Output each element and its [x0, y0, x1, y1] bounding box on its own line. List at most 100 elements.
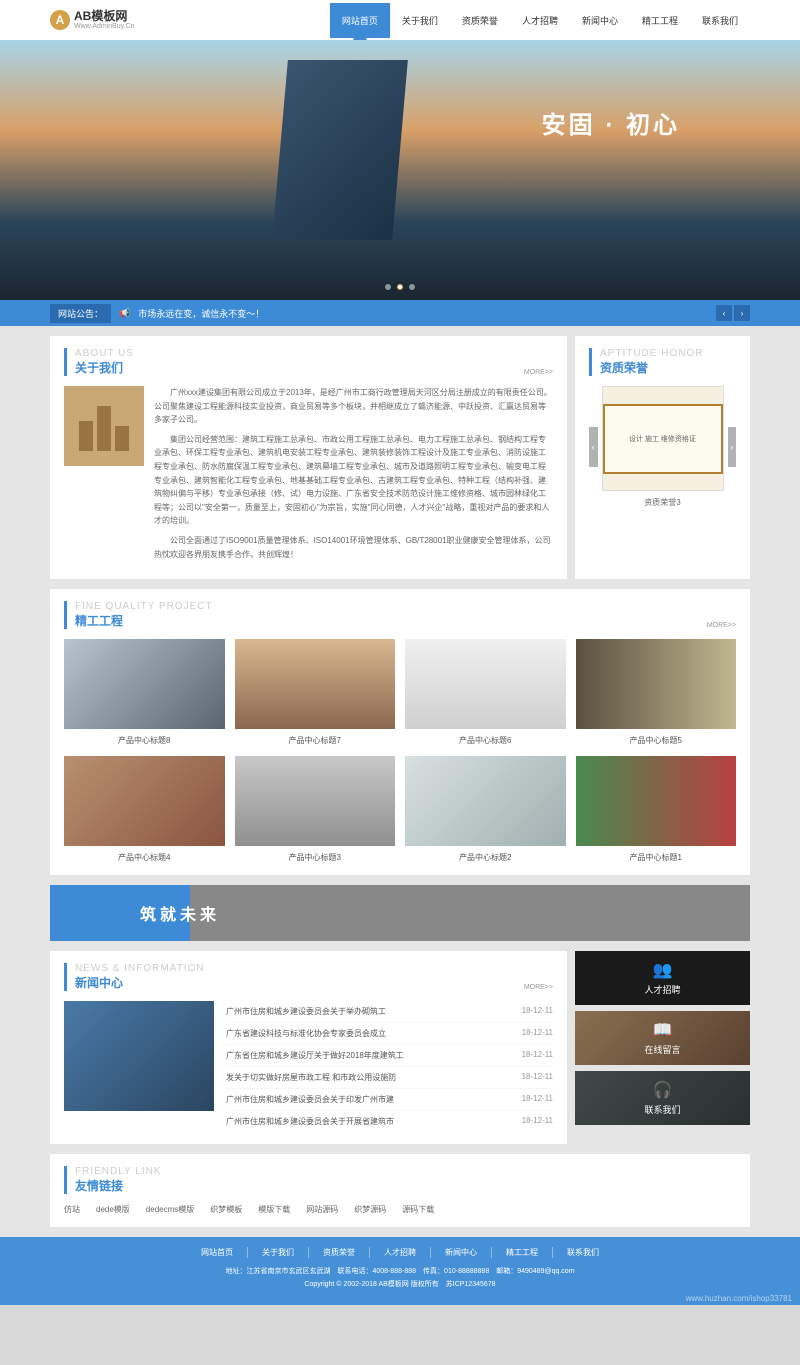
nav-honor[interactable]: 资质荣誉 [450, 3, 510, 38]
project-item[interactable]: 产品中心标题2 [405, 756, 566, 863]
project-image [235, 756, 396, 846]
news-item[interactable]: 广州市住房和城乡建设委员会关于印发广州市建18-12-11 [226, 1089, 553, 1111]
projects-more-link[interactable]: MORE>> [707, 622, 736, 629]
notice-label: 网站公告： [50, 304, 111, 323]
strip-text: 筑就未来 [140, 901, 220, 925]
friendly-link[interactable]: 模版下载 [258, 1204, 290, 1215]
hero-pagination [385, 284, 415, 290]
project-caption: 产品中心标题6 [405, 735, 566, 746]
friendly-link[interactable]: 织梦源码 [354, 1204, 386, 1215]
footer-nav: 网站首页 关于我们 资质荣誉 人才招聘 新闻中心 精工工程 联系我们 [0, 1247, 800, 1258]
honor-title-en: APTITUDE HONOR [600, 348, 703, 359]
project-caption: 产品中心标题8 [64, 735, 225, 746]
about-title-cn: 关于我们 [75, 359, 134, 376]
notice-text[interactable]: 市场永远在变，诚信永不变～！ [138, 307, 264, 320]
nav-news[interactable]: 新闻中心 [570, 3, 630, 38]
logo[interactable]: A AB模板网 Www.AdminBuy.Cn [50, 10, 135, 31]
projects-title-en: FINE QUALITY PROJECT [75, 601, 213, 612]
links-section: FRIENDLY LINK 友情链接 仿站 dede模版 dedecms模版 织… [50, 1154, 750, 1227]
project-caption: 产品中心标题4 [64, 852, 225, 863]
news-item[interactable]: 广州市住房和城乡建设委员会关于举办砌筑工18-12-11 [226, 1001, 553, 1023]
project-caption: 产品中心标题2 [405, 852, 566, 863]
nav-about[interactable]: 关于我们 [390, 3, 450, 38]
news-item[interactable]: 发关于切实做好房屋市政工程 和市政公用设施防18-12-11 [226, 1067, 553, 1089]
sidebar-label: 在线留言 [644, 1043, 680, 1056]
friendly-link[interactable]: dede模版 [96, 1204, 130, 1215]
honor-section: APTITUDE HONOR 资质荣誉 ‹ 设计 施工 维修资格证 资质荣誉3 … [575, 336, 750, 579]
news-item[interactable]: 广东省住房和城乡建设厅关于做好2018年度建筑工18-12-11 [226, 1045, 553, 1067]
news-item[interactable]: 广东省建设科技与标准化协会专家委员会成立18-12-11 [226, 1023, 553, 1045]
about-paragraph: 广州xxx建设集团有限公司成立于2013年，是经广州市工商行政管理局天河区分局注… [154, 386, 553, 427]
logo-title: AB模板网 [74, 10, 135, 23]
footer-nav-item[interactable]: 联系我们 [553, 1247, 613, 1258]
project-caption: 产品中心标题7 [235, 735, 396, 746]
news-date: 18-12-11 [522, 1006, 553, 1017]
project-item[interactable]: 产品中心标题1 [576, 756, 737, 863]
news-list: 广州市住房和城乡建设委员会关于举办砌筑工18-12-11 广东省建设科技与标准化… [226, 1001, 553, 1132]
honor-caption: 资质荣誉3 [602, 497, 724, 508]
news-section: NEWS & INFORMATION 新闻中心 MORE>> 广州市住房和城乡建… [50, 951, 567, 1144]
sidebar: 👥 人才招聘 📖 在线留言 🎧 联系我们 [575, 951, 750, 1144]
footer-nav-item[interactable]: 关于我们 [248, 1247, 309, 1258]
sidebar-message[interactable]: 📖 在线留言 [575, 1011, 750, 1065]
footer-address: 地址：江苏省南京市玄武区玄武湖 联系电话：4008-888-888 传真：010… [0, 1266, 800, 1279]
hero-dot-active[interactable] [397, 284, 403, 290]
project-item[interactable]: 产品中心标题7 [235, 639, 396, 746]
nav-home[interactable]: 网站首页 [330, 3, 390, 38]
project-item[interactable]: 产品中心标题6 [405, 639, 566, 746]
links-title-en: FRIENDLY LINK [75, 1166, 162, 1177]
logo-subtitle: Www.AdminBuy.Cn [74, 23, 135, 31]
nav-recruit[interactable]: 人才招聘 [510, 3, 570, 38]
footer-nav-item[interactable]: 新闻中心 [431, 1247, 492, 1258]
sidebar-contact[interactable]: 🎧 联系我们 [575, 1071, 750, 1125]
project-image [64, 756, 225, 846]
sidebar-label: 联系我们 [644, 1103, 680, 1116]
about-more-link[interactable]: MORE>> [524, 369, 553, 376]
honor-image[interactable]: 设计 施工 维修资格证 [602, 386, 724, 491]
sidebar-recruit[interactable]: 👥 人才招聘 [575, 951, 750, 1005]
nav-contact[interactable]: 联系我们 [690, 3, 750, 38]
sidebar-label: 人才招聘 [644, 983, 680, 996]
footer-nav-item[interactable]: 人才招聘 [370, 1247, 431, 1258]
about-paragraph: 公司全面通过了ISO9001质量管理体系、ISO14001环境管理体系、GB/T… [154, 534, 553, 561]
project-item[interactable]: 产品中心标题5 [576, 639, 737, 746]
header: A AB模板网 Www.AdminBuy.Cn 网站首页 关于我们 资质荣誉 人… [0, 0, 800, 40]
honor-prev-button[interactable]: ‹ [589, 427, 598, 467]
project-item[interactable]: 产品中心标题8 [64, 639, 225, 746]
friendly-link[interactable]: 源码下载 [402, 1204, 434, 1215]
links-title-cn: 友情链接 [75, 1177, 162, 1194]
news-more-link[interactable]: MORE>> [524, 984, 553, 991]
project-caption: 产品中心标题3 [235, 852, 396, 863]
news-item[interactable]: 广州市住房和城乡建设委员会关于开展省建筑市18-12-11 [226, 1111, 553, 1132]
project-image [405, 756, 566, 846]
book-icon: 📖 [653, 1020, 673, 1040]
friendly-link[interactable]: 网站源码 [306, 1204, 338, 1215]
news-image[interactable] [64, 1001, 214, 1111]
notice-bar: 网站公告： 📢 市场永远在变，诚信永不变～！ ‹ › [0, 300, 800, 326]
hero-dot[interactable] [385, 284, 391, 290]
footer-nav-item[interactable]: 精工工程 [492, 1247, 553, 1258]
notice-prev-button[interactable]: ‹ [716, 305, 732, 321]
project-image [576, 639, 737, 729]
friendly-link[interactable]: dedecms模版 [146, 1204, 194, 1215]
nav-project[interactable]: 精工工程 [630, 3, 690, 38]
about-paragraph: 集团公司经营范围：建筑工程施工总承包、市政公用工程施工总承包、电力工程施工总承包… [154, 433, 553, 528]
news-date: 18-12-11 [522, 1050, 553, 1061]
main-nav: 网站首页 关于我们 资质荣誉 人才招聘 新闻中心 精工工程 联系我们 [330, 3, 750, 38]
speaker-icon: 📢 [119, 308, 130, 319]
users-icon: 👥 [653, 960, 673, 980]
notice-next-button[interactable]: › [734, 305, 750, 321]
honor-next-button[interactable]: › [728, 427, 737, 467]
footer: 网站首页 关于我们 资质荣誉 人才招聘 新闻中心 精工工程 联系我们 地址：江苏… [0, 1237, 800, 1305]
news-date: 18-12-11 [522, 1094, 553, 1105]
promo-strip: 筑就未来 [50, 885, 750, 941]
friendly-link[interactable]: 织梦模板 [210, 1204, 242, 1215]
news-date: 18-12-11 [522, 1072, 553, 1083]
footer-nav-item[interactable]: 网站首页 [187, 1247, 248, 1258]
footer-nav-item[interactable]: 资质荣誉 [309, 1247, 370, 1258]
hero-dot[interactable] [409, 284, 415, 290]
project-item[interactable]: 产品中心标题3 [235, 756, 396, 863]
project-image [405, 639, 566, 729]
friendly-link[interactable]: 仿站 [64, 1204, 80, 1215]
project-item[interactable]: 产品中心标题4 [64, 756, 225, 863]
